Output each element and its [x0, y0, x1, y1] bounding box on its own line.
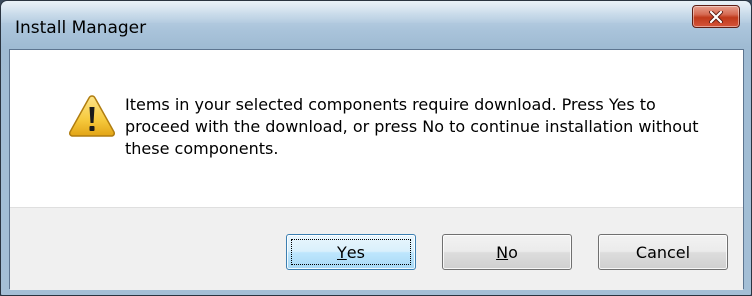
no-label-rest: o [508, 242, 518, 262]
cancel-button[interactable]: Cancel [598, 234, 728, 270]
message-area: Items in your selected components requir… [10, 50, 743, 207]
button-bar: Yes No Cancel [10, 207, 743, 290]
no-button[interactable]: No [442, 234, 572, 270]
title-bar[interactable]: Install Manager [1, 1, 751, 49]
message-text: Items in your selected components requir… [125, 95, 699, 158]
close-icon [709, 11, 723, 23]
yes-button[interactable]: Yes [286, 234, 416, 270]
dialog-client-area: Items in your selected components requir… [9, 49, 744, 290]
focus-ring [291, 239, 411, 265]
cancel-label: Cancel [635, 242, 691, 262]
window-title: Install Manager [15, 18, 147, 38]
close-button[interactable] [692, 5, 740, 28]
warning-icon [69, 95, 115, 137]
no-accelerator: N [496, 242, 509, 262]
dialog-window: Install Manager Items in your selected c… [0, 0, 752, 296]
